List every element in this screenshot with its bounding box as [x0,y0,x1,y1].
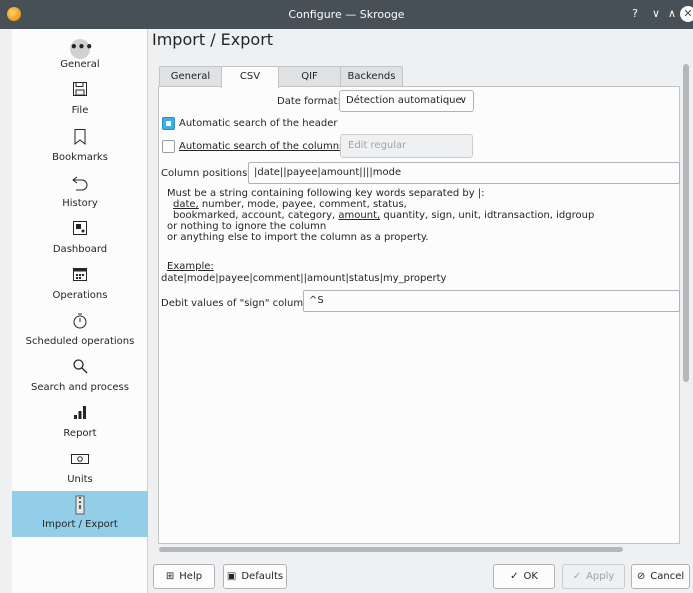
window-titlebar: Configure — Skrooge ? ∨ ∧ ✕ [0,0,693,29]
auto-columns-label: Automatic search of the columns [179,141,345,152]
close-icon[interactable]: ✕ [680,6,693,22]
sidebar-item-general[interactable]: ••• General [12,35,148,77]
help-line-5: or anything else to import the column as… [167,232,429,243]
auto-header-checkbox[interactable] [162,117,175,130]
page-title: Import / Export [152,30,274,49]
vertical-scrollbar[interactable] [683,64,689,382]
more-icon: ••• [68,35,93,59]
date-format-value: Détection automatique [346,95,462,106]
sidebar-item-operations[interactable]: Operations [12,266,148,308]
help-line-4: or nothing to ignore the column [167,221,327,232]
debit-label: Debit values of "sign" column: [161,298,313,309]
apply-button[interactable]: ✓ Apply [562,564,625,589]
auto-header-label: Automatic search of the header [179,118,338,129]
sidebar-item-dashboard[interactable]: Dashboard [12,220,148,262]
tab-backends[interactable]: Backends [340,66,403,87]
maximize-icon[interactable]: ∧ [664,6,680,22]
bookmark-icon [68,128,92,150]
settings-sidebar: ••• General File Bookmarks History Dashb… [12,29,148,593]
check-icon: ✓ [510,571,519,582]
cancel-button[interactable]: ⊘ Cancel [631,564,690,589]
column-positions-input[interactable]: |date||payee|amount||||mode [248,162,680,184]
zip-icon [68,495,92,517]
sidebar-item-label: File [71,105,89,116]
tab-general[interactable]: General [159,66,222,87]
chevron-down-icon: ∨ [459,95,467,106]
sidebar-item-file[interactable]: File [12,81,148,123]
sidebar-item-label: Dashboard [52,244,108,255]
sidebar-item-label: Import / Export [42,519,118,530]
date-format-label: Date format: [277,96,341,107]
document-icon: ▣ [226,571,237,582]
sidebar-item-history[interactable]: History [12,174,148,216]
minimize-icon[interactable]: ∨ [648,6,664,22]
help-line-2: date, number, mode, payee, comment, stat… [173,199,407,210]
defaults-button[interactable]: ▣ Defaults [223,564,287,589]
tab-csv[interactable]: CSV [221,66,279,88]
sidebar-item-label: History [62,198,98,209]
timer-icon [68,312,92,334]
example-value: date|mode|payee|comment||amount|status|m… [161,273,447,284]
example-label: Example: [167,261,214,272]
edit-regex-button[interactable]: Edit regular expressions... [340,134,473,173]
sidebar-item-scheduled-operations[interactable]: Scheduled operations [12,312,148,354]
help-icon[interactable]: ? [627,6,643,22]
auto-columns-checkbox[interactable] [162,140,175,153]
cancel-icon: ⊘ [636,571,646,582]
debit-values-input[interactable]: ^S [303,290,680,312]
column-help-text: Must be a string containing following ke… [167,188,594,243]
help-icon: ⊞ [165,571,175,582]
calendar-icon [68,266,92,288]
help-button[interactable]: ⊞ Help [153,564,215,589]
money-icon [68,450,92,472]
sidebar-item-label: Report [63,428,97,439]
dashboard-icon [68,220,92,242]
search-icon [68,358,92,380]
undo-icon [68,174,92,196]
sidebar-item-units[interactable]: Units [12,450,148,492]
sidebar-item-label: General [60,59,100,70]
help-line-3: bookmarked, account, category, amount, q… [173,210,595,221]
bar-chart-icon [68,404,92,426]
sidebar-item-label: Search and process [31,382,129,393]
column-positions-label: Column positions: [161,168,251,179]
sidebar-item-import-export[interactable]: Import / Export [12,491,148,537]
help-line-1: Must be a string containing following ke… [167,188,485,199]
save-icon [68,81,92,103]
window-title: Configure — Skrooge [288,8,405,21]
sidebar-item-label: Scheduled operations [25,336,135,347]
sidebar-item-bookmarks[interactable]: Bookmarks [12,128,148,170]
sidebar-item-report[interactable]: Report [12,404,148,446]
ok-button[interactable]: ✓ OK [493,564,555,589]
tab-qif[interactable]: QIF [278,66,341,87]
horizontal-scrollbar[interactable] [159,547,623,552]
sidebar-item-label: Units [67,474,93,485]
date-format-select[interactable]: Détection automatique ∨ [339,90,474,112]
check-icon: ✓ [572,571,582,582]
sidebar-item-label: Operations [52,290,108,301]
sidebar-item-label: Bookmarks [52,152,108,163]
sidebar-item-search-and-process[interactable]: Search and process [12,358,148,400]
